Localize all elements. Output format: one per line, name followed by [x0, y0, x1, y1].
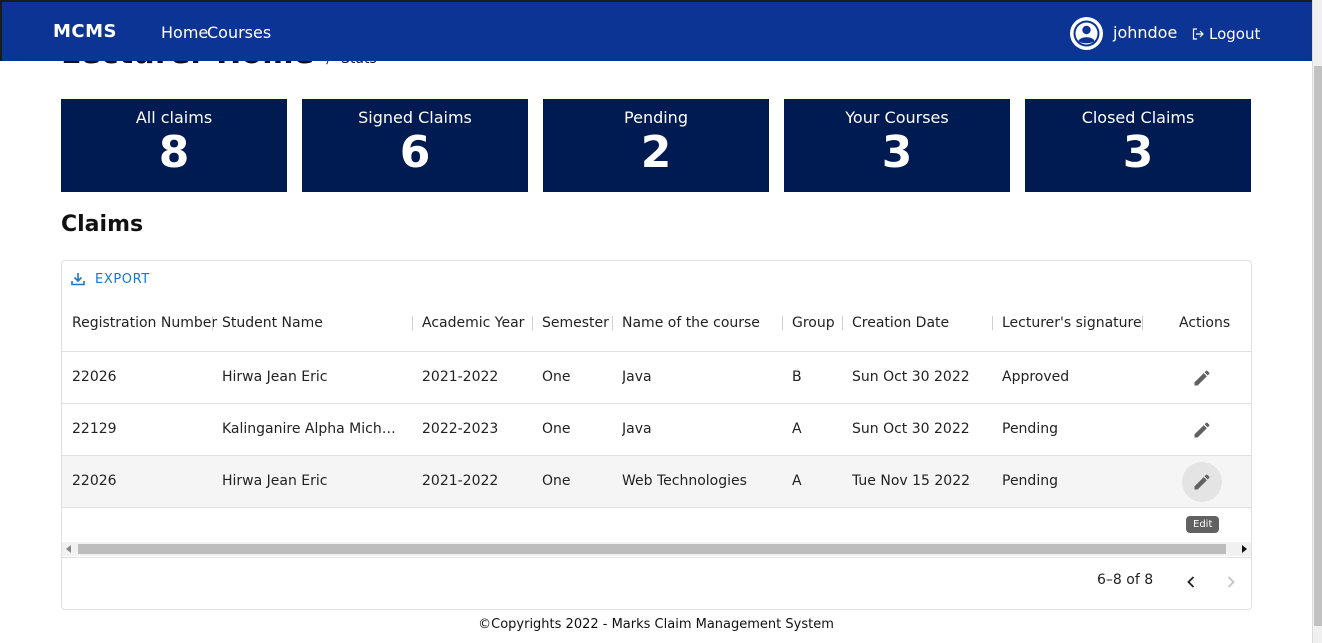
cell-academic-year: 2022-2023 — [422, 421, 499, 437]
edit-button[interactable] — [1182, 358, 1222, 398]
horizontal-scrollbar[interactable] — [62, 542, 1251, 556]
stat-card-signed-claims: Signed Claims 6 — [302, 99, 528, 192]
stat-value: 8 — [158, 127, 190, 178]
column-header-lecturer-signature[interactable]: Lecturer's signature — [1002, 301, 1142, 352]
stats-row: All claims 8 Signed Claims 6 Pending 2 Y… — [61, 99, 1251, 192]
download-icon — [71, 273, 85, 286]
table-row[interactable]: 22129 Kalinganire Alpha Michela… 2022-20… — [62, 404, 1251, 456]
cell-group: A — [792, 421, 802, 437]
cell-group: B — [792, 369, 802, 385]
brand-logo[interactable]: MCMS — [53, 21, 117, 42]
cell-semester: One — [542, 369, 571, 385]
chevron-left-icon — [1187, 576, 1195, 588]
cell-course-name: Java — [622, 369, 652, 385]
edit-button[interactable] — [1182, 462, 1222, 502]
previous-page-button[interactable] — [1180, 571, 1202, 593]
column-separator[interactable] — [532, 316, 533, 330]
scrollbar-thumb[interactable] — [78, 544, 1226, 554]
user-avatar-icon[interactable] — [1070, 17, 1103, 50]
column-header-group[interactable]: Group — [792, 301, 835, 352]
cell-creation-date: Sun Oct 30 2022 — [852, 369, 970, 385]
nav-courses-link[interactable]: Courses — [207, 23, 271, 42]
page-viewport: Lecturer Home / Stats MCMS Home Courses … — [0, 0, 1312, 643]
edit-tooltip: Edit — [1186, 516, 1220, 533]
export-button[interactable]: EXPORT — [70, 271, 150, 287]
cell-academic-year: 2021-2022 — [422, 473, 499, 489]
stat-card-closed-claims: Closed Claims 3 — [1025, 99, 1251, 192]
footer-copyright: ©Copyrights 2022 - Marks Claim Managemen… — [478, 617, 834, 632]
stat-card-all-claims: All claims 8 — [61, 99, 287, 192]
pagination-range: 6–8 of 8 — [1097, 572, 1154, 588]
column-separator[interactable] — [1142, 316, 1143, 330]
cell-course-name: Web Technologies — [622, 473, 747, 489]
pencil-icon — [1194, 474, 1210, 490]
pencil-icon — [1194, 422, 1210, 438]
stat-label: Closed Claims — [1081, 108, 1195, 127]
claims-data-grid: EXPORT Registration Number Student Name … — [61, 260, 1252, 610]
cell-academic-year: 2021-2022 — [422, 369, 499, 385]
stat-card-your-courses: Your Courses 3 — [784, 99, 1010, 192]
cell-lecturer-signature: Pending — [1002, 473, 1058, 489]
window-scrollbar-thumb[interactable] — [1314, 66, 1322, 626]
table-row[interactable]: 22026 Hirwa Jean Eric 2021-2022 One Java… — [62, 352, 1251, 404]
cell-student-name: Kalinganire Alpha Michela… — [222, 421, 404, 437]
stat-value: 6 — [399, 127, 431, 178]
cell-group: A — [792, 473, 802, 489]
stat-value: 3 — [881, 127, 913, 178]
cell-course-name: Java — [622, 421, 652, 437]
column-separator[interactable] — [212, 316, 213, 330]
edit-button[interactable] — [1182, 410, 1222, 450]
scroll-left-arrow-icon[interactable] — [66, 545, 71, 553]
export-label: EXPORT — [95, 271, 150, 287]
claims-section-title: Claims — [61, 212, 144, 237]
column-header-registration-number[interactable]: Registration Number — [72, 301, 217, 352]
stat-label: Signed Claims — [358, 108, 472, 127]
cell-lecturer-signature: Pending — [1002, 421, 1058, 437]
table-row[interactable]: 22026 Hirwa Jean Eric 2021-2022 One Web … — [62, 456, 1251, 508]
stat-card-pending: Pending 2 — [543, 99, 769, 192]
column-separator[interactable] — [412, 316, 413, 330]
column-header-academic-year[interactable]: Academic Year — [422, 301, 524, 352]
chevron-right-icon — [1227, 576, 1235, 588]
cell-creation-date: Tue Nov 15 2022 — [852, 473, 971, 489]
scroll-right-arrow-icon[interactable] — [1242, 545, 1247, 553]
nav-home-link[interactable]: Home — [161, 23, 208, 42]
stat-label: All claims — [135, 108, 213, 127]
stat-label: Your Courses — [845, 108, 949, 127]
column-header-creation-date[interactable]: Creation Date — [852, 301, 949, 352]
stat-value: 2 — [640, 127, 672, 178]
column-header-semester[interactable]: Semester — [542, 301, 609, 352]
cell-student-name: Hirwa Jean Eric — [222, 369, 328, 385]
column-header-course-name[interactable]: Name of the course — [622, 301, 760, 352]
cell-creation-date: Sun Oct 30 2022 — [852, 421, 970, 437]
column-separator[interactable] — [992, 316, 993, 330]
column-separator[interactable] — [782, 316, 783, 330]
cell-student-name: Hirwa Jean Eric — [222, 473, 328, 489]
cell-registration-number: 22026 — [72, 473, 117, 489]
column-separator[interactable] — [612, 316, 613, 330]
column-separator[interactable] — [842, 316, 843, 330]
user-name[interactable]: johndoe — [1113, 23, 1177, 42]
column-header-student-name[interactable]: Student Name — [222, 301, 323, 352]
stat-label: Pending — [624, 108, 688, 127]
logout-label: Logout — [1209, 25, 1261, 43]
logout-button[interactable]: Logout — [1192, 25, 1260, 43]
cell-registration-number: 22026 — [72, 369, 117, 385]
cell-semester: One — [542, 473, 571, 489]
column-header-actions: Actions — [1179, 315, 1231, 331]
cell-lecturer-signature: Approved — [1002, 369, 1070, 385]
cell-semester: One — [542, 421, 571, 437]
table-pagination: 6–8 of 8 — [62, 557, 1251, 609]
top-navbar: MCMS Home Courses johndoe Logout — [0, 0, 1312, 61]
pencil-icon — [1194, 370, 1210, 386]
table-header-row: Registration Number Student Name Academi… — [62, 301, 1251, 352]
logout-icon — [1192, 28, 1204, 40]
window-scrollbar[interactable] — [1312, 0, 1322, 643]
stat-value: 3 — [1122, 127, 1154, 178]
next-page-button[interactable] — [1220, 571, 1242, 593]
cell-registration-number: 22129 — [72, 421, 117, 437]
